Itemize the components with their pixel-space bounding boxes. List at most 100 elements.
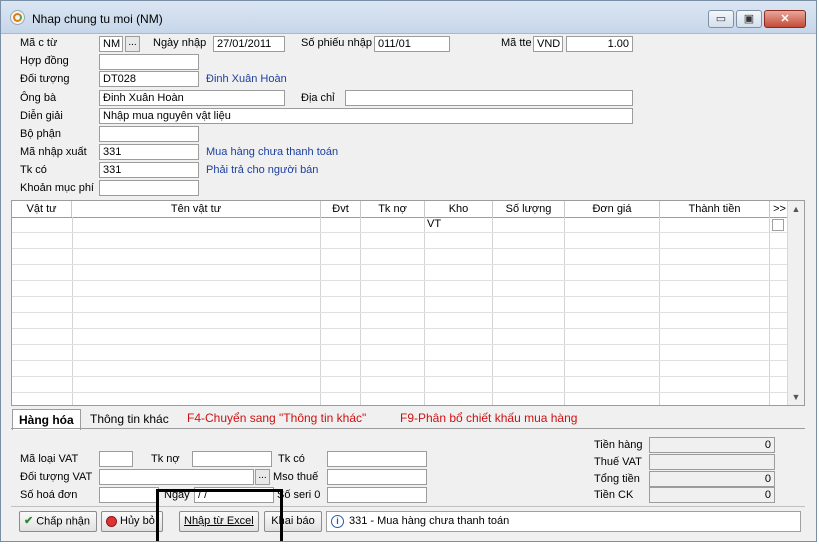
so-hoa-don-label: Số hoá đơn <box>20 489 78 501</box>
tien-hang-label: Tiền hàng <box>594 439 643 451</box>
info-icon: i <box>331 515 344 528</box>
hint-f4: F4-Chuyển sang "Thông tin khác" <box>187 411 367 425</box>
grid-row-divider <box>12 312 790 313</box>
close-button[interactable]: ✕ <box>764 10 806 28</box>
ma-nhap-xuat-label: Mã nhập xuất <box>20 146 87 158</box>
tab-thong-tin-khac[interactable]: Thông tin khác <box>84 409 175 429</box>
mso-thue-label: Mso thuế <box>273 471 319 483</box>
doi-tuong-label: Đối tượng <box>20 73 70 85</box>
doi-tuong-vat-label: Đối tượng VAT <box>20 471 93 483</box>
tab-divider <box>11 428 805 429</box>
maximize-button[interactable]: ▣ <box>736 10 762 28</box>
col-so-luong[interactable]: Số lượng <box>493 201 565 217</box>
main-window: Nhap chung tu moi (NM) ▭ ▣ ✕ Mã c từ NM … <box>0 0 817 542</box>
so-seri-field[interactable] <box>327 487 427 503</box>
hop-dong-label: Hợp đồng <box>20 55 69 67</box>
ma-loai-vat-label: Mã loại VAT <box>20 453 79 465</box>
status-text: 331 - Mua hàng chưa thanh toán <box>349 515 510 527</box>
accept-button[interactable]: ✔ Chấp nhận <box>19 511 97 532</box>
tong-tien-label: Tổng tiền <box>594 473 640 485</box>
scroll-down-icon[interactable]: ▼ <box>788 389 804 405</box>
cancel-button[interactable]: Hủy bỏ <box>101 511 163 532</box>
ong-ba-label: Ông bà <box>20 92 57 104</box>
ngay-nhap-label: Ngày nhập <box>153 37 207 49</box>
doi-tuong-vat-field[interactable] <box>99 469 254 485</box>
footer-divider <box>11 506 805 507</box>
grid-row-divider <box>12 360 790 361</box>
ma-tte-label: Mã tte <box>501 37 532 49</box>
title-bar: Nhap chung tu moi (NM) ▭ ▣ ✕ <box>1 1 816 34</box>
vat-tk-co-field[interactable] <box>327 451 427 467</box>
grid-row-divider <box>12 328 790 329</box>
tab-hang-hoa[interactable]: Hàng hóa <box>12 409 81 430</box>
grid-header: Vật tư Tên vật tư Đvt Tk nợ Kho Số lượng… <box>12 201 790 218</box>
grid-row-divider <box>12 232 790 233</box>
ma-nhap-xuat-field[interactable]: 331 <box>99 144 199 160</box>
ma-nhap-xuat-desc: Mua hàng chưa thanh toán <box>206 146 339 158</box>
tk-co-field[interactable]: 331 <box>99 162 199 178</box>
vat-tk-co-label: Tk có <box>278 453 305 465</box>
items-grid[interactable]: Vật tư Tên vật tư Đvt Tk nợ Kho Số lượng… <box>11 200 805 406</box>
ma-loai-vat-field[interactable] <box>99 451 133 467</box>
accept-label: Chấp nhận <box>36 515 91 528</box>
ong-ba-field[interactable]: Đinh Xuân Hoàn <box>99 90 285 106</box>
grid-row-divider <box>12 296 790 297</box>
doi-tuong-name: Đinh Xuân Hoàn <box>206 73 287 85</box>
tien-ck-value: 0 <box>649 487 775 503</box>
tong-tien-value: 0 <box>649 471 775 487</box>
hop-dong-field[interactable] <box>99 54 199 70</box>
grid-row-divider <box>12 344 790 345</box>
khoan-muc-phi-label: Khoản mục phí <box>20 182 94 194</box>
thue-vat-label: Thuế VAT <box>594 456 642 468</box>
mso-thue-field[interactable] <box>327 469 427 485</box>
so-phieu-field[interactable]: 011/01 <box>374 36 450 52</box>
app-icon <box>10 10 25 25</box>
grid-row-divider <box>12 280 790 281</box>
scroll-up-icon[interactable]: ▲ <box>788 201 804 217</box>
tien-ck-label: Tiền CK <box>594 489 634 501</box>
bo-phan-field[interactable] <box>99 126 199 142</box>
col-dvt[interactable]: Đvt <box>321 201 361 217</box>
ma-tte-field[interactable]: VND <box>533 36 563 52</box>
minimize-button[interactable]: ▭ <box>708 10 734 28</box>
highlight-rectangle <box>156 489 283 541</box>
vat-tk-no-label: Tk nợ <box>151 453 180 465</box>
ma-ct-field[interactable]: NM <box>99 36 123 52</box>
col-thanh-tien[interactable]: Thành tiền <box>660 201 770 217</box>
thue-vat-value <box>649 454 775 470</box>
col-don-gia[interactable]: Đơn giá <box>565 201 660 217</box>
dien-giai-label: Diễn giải <box>20 110 63 122</box>
row1-kho-cell[interactable]: VT <box>427 218 441 230</box>
col-vat-tu[interactable]: Vật tư <box>12 201 72 217</box>
col-kho[interactable]: Kho <box>425 201 493 217</box>
ngay-nhap-field[interactable]: 27/01/2011 <box>213 36 285 52</box>
col-ten-vat-tu[interactable]: Tên vật tư <box>72 201 321 217</box>
so-hoa-don-field[interactable] <box>99 487 159 503</box>
tk-co-label: Tk có <box>20 164 47 176</box>
col-tk-no[interactable]: Tk nợ <box>361 201 425 217</box>
bo-phan-label: Bộ phận <box>20 128 61 140</box>
khoan-muc-phi-field[interactable] <box>99 180 199 196</box>
doi-tuong-field[interactable]: DT028 <box>99 71 199 87</box>
dia-chi-label: Địa chỉ <box>301 92 335 104</box>
row1-checkbox[interactable] <box>772 219 784 231</box>
ty-gia-field[interactable]: 1.00 <box>566 36 633 52</box>
grid-row-divider <box>12 376 790 377</box>
dia-chi-field[interactable] <box>345 90 633 106</box>
tk-co-desc: Phải trả cho người bán <box>206 164 319 176</box>
cancel-label: Hủy bỏ <box>120 515 155 527</box>
check-icon: ✔ <box>24 515 34 527</box>
vat-tk-no-field[interactable] <box>192 451 272 467</box>
ma-ct-browse-button[interactable]: ... <box>125 36 140 52</box>
grid-row-divider <box>12 392 790 393</box>
doi-tuong-vat-browse-button[interactable]: ... <box>255 469 270 485</box>
grid-row-divider <box>12 248 790 249</box>
stop-icon <box>106 515 117 527</box>
so-phieu-label: Số phiếu nhập <box>301 37 372 49</box>
hint-f9: F9-Phân bổ chiết khấu mua hàng <box>400 411 578 425</box>
dien-giai-field[interactable]: Nhập mua nguyên vật liệu <box>99 108 633 124</box>
so-seri-label: Số seri 0 <box>277 489 321 501</box>
window-title: Nhap chung tu moi (NM) <box>32 12 163 26</box>
ma-ct-label: Mã c từ <box>20 37 58 49</box>
grid-scrollbar[interactable]: ▲ ▼ <box>787 201 804 405</box>
